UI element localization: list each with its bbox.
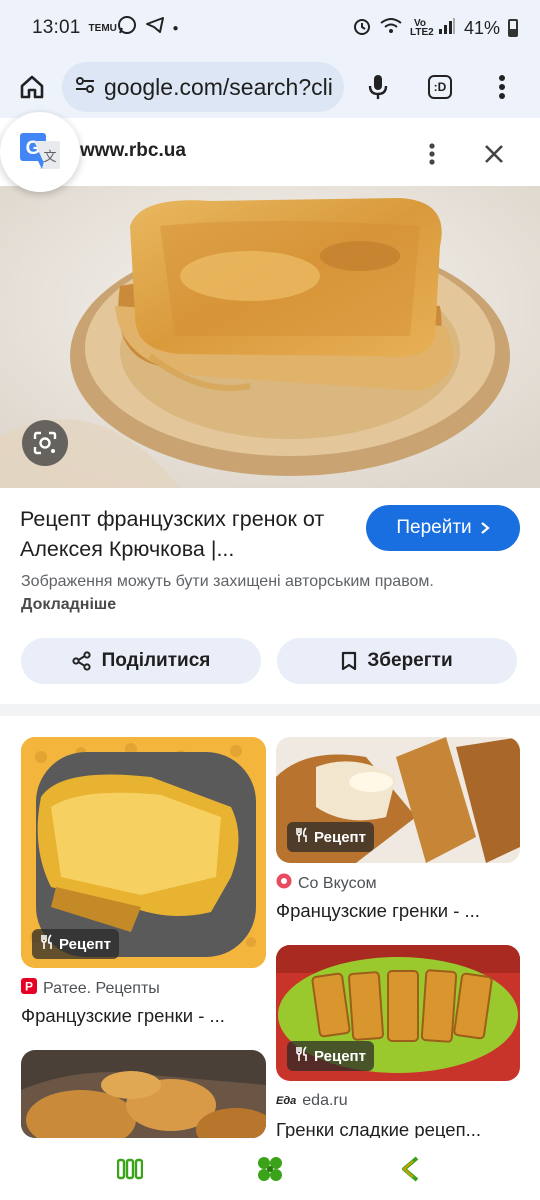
copyright-notice: Зображення можуть бути захищені авторськ… <box>21 570 441 616</box>
copyright-text: Зображення можуть бути захищені авторськ… <box>21 573 434 590</box>
card-title[interactable]: Французские гренки - ... <box>276 900 480 922</box>
restaurant-icon <box>40 934 54 954</box>
share-button[interactable]: Поділитися <box>21 638 261 684</box>
save-button[interactable]: Зберегти <box>277 638 517 684</box>
eda-logo-icon: Еда <box>276 1095 297 1107</box>
browser-toolbar: google.com/search?client=ms-android :D <box>0 56 540 118</box>
hero-image[interactable] <box>0 186 540 488</box>
learn-more-link[interactable]: Докладніше <box>21 596 116 613</box>
home-icon <box>20 75 44 99</box>
so-vkusom-logo-icon <box>276 873 292 894</box>
source-name: eda.ru <box>302 1092 348 1109</box>
source-site[interactable]: www.rbc.ua <box>80 140 186 162</box>
translate-button[interactable]: G 文 <box>0 112 80 192</box>
lens-icon <box>33 431 57 455</box>
more-notifications-dot: ● <box>172 22 179 34</box>
source-name: Ратее. Рецепты <box>43 979 160 997</box>
close-icon <box>485 145 503 163</box>
source-row: P Ратее. Рецепты <box>21 978 160 999</box>
share-button-label: Поділитися <box>101 650 211 671</box>
battery-percent: 41% <box>463 17 500 38</box>
visit-button[interactable]: Перейти <box>366 505 520 551</box>
svg-text:P: P <box>25 980 33 994</box>
section-divider <box>0 704 540 716</box>
restaurant-icon <box>295 1046 309 1066</box>
status-bar: 13:01 TEMU ● Vo LTE2 41% <box>0 0 540 56</box>
url-text: google.com/search?client=ms-android <box>104 73 332 100</box>
source-name: Со Вкусом <box>298 874 377 892</box>
site-settings-icon[interactable] <box>74 74 96 101</box>
google-translate-icon: G 文 <box>20 133 60 169</box>
visit-button-label: Перейти <box>396 517 472 538</box>
svg-text:文: 文 <box>43 150 56 165</box>
recent-apps-icon <box>117 1158 143 1180</box>
recipe-chip-label: Рецепт <box>59 935 111 953</box>
alarm-icon <box>352 16 372 41</box>
recipe-chip-label: Рецепт <box>314 1047 366 1065</box>
google-lens-button[interactable] <box>22 420 68 466</box>
detail-more-button[interactable] <box>414 136 450 172</box>
more-vert-icon <box>429 143 435 165</box>
battery-icon <box>508 19 518 37</box>
temu-notification-icon: TEMU <box>88 22 117 34</box>
result-title[interactable]: Рецепт французских гренок от Алексея Крю… <box>20 504 350 564</box>
more-vert-icon <box>499 75 505 99</box>
pinterest-icon: P <box>21 978 37 999</box>
close-button[interactable] <box>476 136 512 172</box>
back-nav-button[interactable] <box>392 1151 428 1187</box>
wifi-icon <box>380 17 402 40</box>
home-button[interactable] <box>14 69 50 105</box>
clover-home-icon <box>258 1157 282 1181</box>
address-bar[interactable]: google.com/search?client=ms-android <box>62 62 344 112</box>
related-image-4[interactable] <box>21 1050 266 1138</box>
telegram-icon <box>145 15 165 41</box>
share-icon <box>72 651 91 671</box>
system-navigation-bar <box>0 1138 540 1200</box>
browser-menu-button[interactable] <box>484 69 520 105</box>
recipe-chip: Рецепт <box>287 822 374 852</box>
recipe-chip: Рецепт <box>287 1041 374 1071</box>
restaurant-icon <box>295 827 309 847</box>
network-type-label: Vo LTE2 <box>409 18 434 38</box>
status-time: 13:01 <box>32 17 81 38</box>
bookmark-icon <box>342 651 357 671</box>
signal-icon <box>438 17 456 40</box>
home-nav-button[interactable] <box>252 1151 288 1187</box>
source-row: Еда eda.ru <box>276 1092 348 1110</box>
back-icon <box>402 1156 419 1182</box>
recent-apps-button[interactable] <box>112 1151 148 1187</box>
voice-search-button[interactable] <box>360 69 396 105</box>
tab-count: :D <box>428 75 452 99</box>
whatsapp-icon <box>117 15 137 41</box>
source-row: Со Вкусом <box>276 873 377 894</box>
recipe-chip: Рецепт <box>32 929 119 959</box>
microphone-icon <box>368 75 388 99</box>
chevron-right-icon <box>480 522 490 534</box>
card-title[interactable]: Французские гренки - ... <box>21 1005 225 1027</box>
tab-switcher-button[interactable]: :D <box>422 69 458 105</box>
recipe-chip-label: Рецепт <box>314 828 366 846</box>
save-button-label: Зберегти <box>367 650 453 671</box>
